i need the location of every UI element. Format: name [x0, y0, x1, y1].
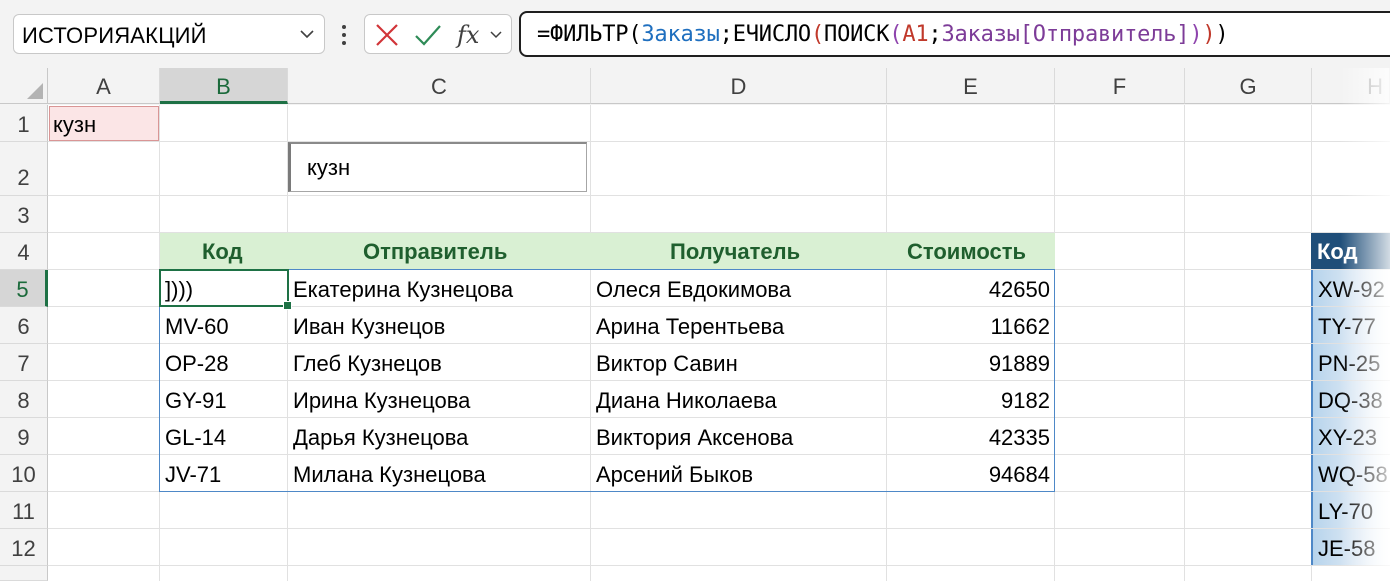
- cell-cost[interactable]: 11662: [990, 314, 1050, 340]
- column-header-g[interactable]: G: [1185, 68, 1312, 104]
- cell-sender[interactable]: Милана Кузнецова: [293, 462, 486, 488]
- cell-recipient[interactable]: Арина Терентьева: [596, 314, 784, 340]
- row-header-13[interactable]: [0, 566, 48, 581]
- formula-input[interactable]: =ФИЛЬТР(Заказы;ЕЧИСЛО(ПОИСК(A1;Заказы[От…: [519, 11, 1390, 57]
- orders-code-cell[interactable]: PN-25: [1311, 344, 1390, 380]
- orders-code-cell[interactable]: LY-70: [1311, 492, 1390, 528]
- header-cost[interactable]: Стоимость: [907, 233, 1026, 269]
- formula-token: A1: [902, 22, 929, 47]
- cell-recipient[interactable]: Виктория Аксенова: [596, 425, 793, 451]
- formula-token: (: [810, 22, 825, 47]
- column-header-b[interactable]: B: [160, 68, 288, 104]
- cell-sender[interactable]: Глеб Кузнецов: [293, 351, 442, 377]
- orders-table-header[interactable]: Код: [1311, 233, 1390, 269]
- cell-cost[interactable]: 42650: [989, 277, 1050, 303]
- row-header-8[interactable]: 8: [0, 381, 48, 418]
- formula-token: ): [1215, 22, 1229, 47]
- insert-function-icon[interactable]: fx: [455, 21, 507, 49]
- orders-code-text: WQ-58: [1318, 462, 1388, 487]
- orders-code-text: JE-58: [1318, 536, 1376, 561]
- formula-token: ПОИСК: [824, 22, 890, 47]
- cell-recipient[interactable]: Диана Николаева: [596, 388, 777, 414]
- cell-sender[interactable]: Екатерина Кузнецова: [293, 277, 513, 303]
- column-header-f[interactable]: F: [1055, 68, 1185, 104]
- row-header-2[interactable]: 2: [0, 142, 48, 196]
- name-box[interactable]: ИСТОРИЯАКЦИЙ: [13, 14, 325, 54]
- row-header-6[interactable]: 6: [0, 307, 48, 344]
- formula-token: =ФИЛЬТР(: [537, 22, 642, 47]
- header-code[interactable]: Код: [202, 233, 243, 269]
- fill-handle[interactable]: [283, 301, 292, 310]
- cell-sender[interactable]: Ирина Кузнецова: [293, 388, 470, 414]
- search-textbox-value: кузн: [307, 155, 351, 180]
- chevron-down-icon[interactable]: [298, 25, 316, 43]
- orders-code-text: XW-92: [1318, 277, 1385, 302]
- orders-code-cell[interactable]: XW-92: [1311, 270, 1390, 306]
- cell-a1-value: кузн: [53, 112, 97, 137]
- cell-a1[interactable]: кузн: [49, 106, 159, 141]
- column-header-h[interactable]: H: [1312, 68, 1390, 104]
- cell-cost[interactable]: 94684: [989, 462, 1050, 488]
- orders-code-cell[interactable]: WQ-58: [1311, 455, 1390, 491]
- search-textbox[interactable]: кузн: [288, 142, 587, 192]
- select-all-corner[interactable]: [0, 68, 48, 104]
- cell-code[interactable]: GL-14: [165, 425, 226, 451]
- formula-bar-area: ИСТОРИЯАКЦИЙ fx =ФИЛЬТР(Заказы;ЕЧИСЛО(ПО…: [0, 0, 1390, 68]
- cell-recipient[interactable]: Олеся Евдокимова: [596, 277, 791, 303]
- cell-code[interactable]: GY-91: [165, 388, 227, 414]
- cell-cost[interactable]: 91889: [989, 351, 1050, 377]
- formula-text: =ФИЛЬТР(Заказы;ЕЧИСЛО(ПОИСК(A1;Заказы[От…: [537, 22, 1229, 47]
- check-icon[interactable]: [413, 21, 443, 49]
- row-header-11[interactable]: 11: [0, 492, 48, 529]
- orders-code-cell[interactable]: TY-77: [1311, 307, 1390, 343]
- header-recipient[interactable]: Получатель: [670, 233, 800, 269]
- cell-code[interactable]: MV-60: [165, 314, 229, 340]
- row-header-3[interactable]: 3: [0, 196, 48, 233]
- cell-sender[interactable]: Дарья Кузнецова: [293, 425, 468, 451]
- header-sender[interactable]: Отправитель: [363, 233, 507, 269]
- formula-token: ;ЕЧИСЛО: [719, 22, 812, 47]
- orders-code-cell[interactable]: DQ-38: [1311, 381, 1390, 417]
- column-header-d[interactable]: D: [591, 68, 887, 104]
- column-headers: A B C D E F G H: [0, 68, 1390, 105]
- cell-recipient[interactable]: Арсений Быков: [596, 462, 753, 488]
- active-cell-b5[interactable]: [159, 269, 292, 310]
- row-header-7[interactable]: 7: [0, 344, 48, 381]
- orders-code-cell[interactable]: XY-23: [1311, 418, 1390, 454]
- orders-code-cell[interactable]: JE-58: [1311, 529, 1390, 565]
- formula-token: (: [889, 22, 903, 47]
- row-header-9[interactable]: 9: [0, 418, 48, 455]
- orders-code-text: XY-23: [1318, 425, 1378, 450]
- name-box-value: ИСТОРИЯАКЦИЙ: [22, 23, 207, 48]
- formula-token: ;: [928, 22, 942, 47]
- cell-cost[interactable]: 9182: [1001, 388, 1050, 414]
- result-table-header: Код Отправитель Получатель Стоимость: [160, 233, 1055, 269]
- formula-token: Заказы[Отправитель]: [941, 22, 1190, 47]
- column-header-c[interactable]: C: [288, 68, 591, 104]
- row-header-10[interactable]: 10: [0, 455, 48, 492]
- svg-text:fx: fx: [455, 21, 480, 49]
- cell-recipient[interactable]: Виктор Савин: [596, 351, 738, 377]
- formula-token: ): [1202, 22, 1216, 47]
- cell-cost[interactable]: 42335: [989, 425, 1050, 451]
- cell-code[interactable]: OP-28: [165, 351, 229, 377]
- row-header-4[interactable]: 4: [0, 233, 48, 270]
- formula-token: ): [1189, 22, 1203, 47]
- row-header-12[interactable]: 12: [0, 529, 48, 566]
- more-options-icon[interactable]: [337, 20, 351, 50]
- formula-token: Заказы: [641, 22, 720, 47]
- orders-header-code: Код: [1317, 239, 1358, 264]
- close-icon[interactable]: [373, 21, 401, 49]
- row-header-5[interactable]: 5: [0, 270, 48, 307]
- formula-buttons: fx: [364, 14, 512, 54]
- cell-sender[interactable]: Иван Кузнецов: [293, 314, 445, 340]
- column-header-a[interactable]: A: [48, 68, 160, 104]
- orders-code-text: TY-77: [1318, 314, 1376, 339]
- orders-code-text: LY-70: [1318, 499, 1374, 524]
- orders-code-text: PN-25: [1318, 351, 1381, 376]
- orders-code-text: DQ-38: [1318, 388, 1383, 413]
- cell-code[interactable]: JV-71: [165, 462, 221, 488]
- row-header-1[interactable]: 1: [0, 105, 48, 142]
- column-header-e[interactable]: E: [887, 68, 1055, 104]
